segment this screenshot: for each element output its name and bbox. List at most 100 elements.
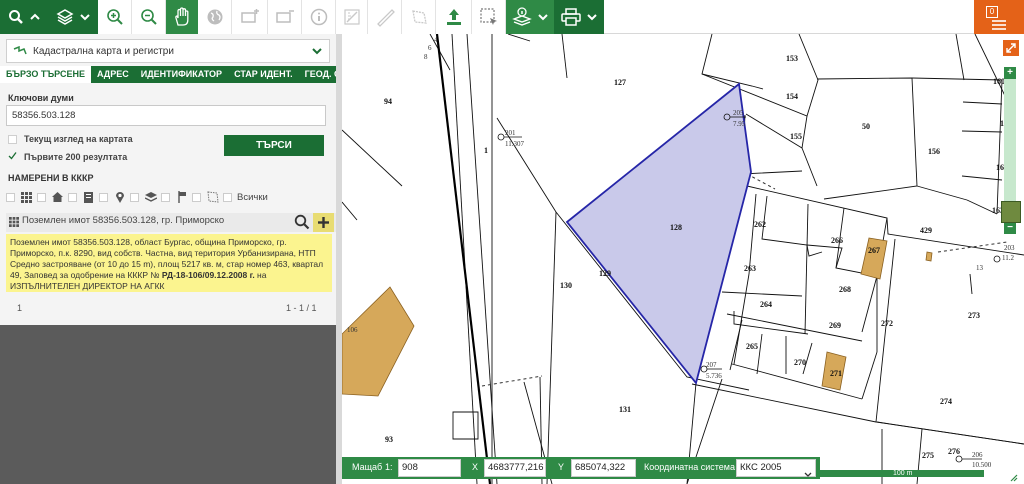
chevron-down-icon <box>80 14 90 21</box>
survey-point-label: 203 <box>1004 244 1015 252</box>
parcel-label: 272 <box>881 319 893 328</box>
keywords-input[interactable]: 58356.503.128 <box>6 105 326 126</box>
layers-icon <box>144 190 157 204</box>
zoom-out-icon <box>140 9 157 25</box>
globe-button[interactable] <box>198 0 232 34</box>
tab-quick-search[interactable]: БЪРЗО ТЪРСЕНЕ <box>0 66 91 83</box>
building <box>925 251 933 262</box>
zoom-to-result-icon[interactable] <box>294 214 310 230</box>
scale-prefix: 1: <box>385 462 393 472</box>
parcel-label: 276 <box>948 447 960 456</box>
filter-checkbox[interactable] <box>68 192 77 202</box>
parcel-label: 155 <box>790 132 802 141</box>
chevron-down-icon <box>804 472 812 477</box>
filter-checkbox[interactable] <box>99 192 108 202</box>
filter-checkbox[interactable] <box>6 192 15 202</box>
filter-checkbox[interactable] <box>161 192 170 202</box>
globe-icon <box>207 9 222 25</box>
parcel-label: 268 <box>839 285 851 294</box>
expand-icon <box>1006 43 1016 53</box>
parcel-label: 4 <box>434 36 438 44</box>
crs-label: Координатна система <box>644 462 735 472</box>
tab-old-identifier[interactable]: СТАР ИДЕНТ. <box>228 66 299 83</box>
survey-point-label: 207 <box>706 361 717 369</box>
selected-parcel[interactable] <box>565 82 752 385</box>
y-coordinate: 685074,322 <box>571 459 636 477</box>
filter-checkbox[interactable] <box>37 192 46 202</box>
search-icon <box>9 10 23 24</box>
home-icon <box>51 190 64 204</box>
tab-address[interactable]: АДРЕС <box>91 66 135 83</box>
cart-badge: 0 <box>986 6 998 18</box>
resize-icon[interactable] <box>1010 474 1018 482</box>
filter-checkbox[interactable] <box>130 192 139 202</box>
layers-icon <box>56 9 74 25</box>
search-panel: Кадастрална карта и регистри БЪРЗО ТЪРСЕ… <box>0 34 374 484</box>
zoom-in-button[interactable] <box>98 0 132 34</box>
parcel-label: 94 <box>384 97 392 106</box>
parcel-label: 106 <box>347 326 358 334</box>
zoom-out-map-button[interactable]: − <box>1004 222 1016 234</box>
measure-button[interactable] <box>336 0 368 34</box>
hand-icon <box>175 7 189 26</box>
print-button[interactable] <box>554 0 604 34</box>
chevron-up-icon <box>30 13 40 20</box>
layer-select[interactable]: Кадастрална карта и регистри <box>6 39 330 63</box>
scale-input[interactable]: 908 <box>398 459 461 477</box>
scale-bar-label: 100 m <box>893 470 913 477</box>
all-label: Всички <box>237 191 268 203</box>
parcel-label: 266 <box>831 236 843 245</box>
survey-point-value: 7.95 <box>733 120 746 128</box>
map-canvas[interactable]: 94 127 153 154 155 50 156 160 161 162 16… <box>342 34 1024 484</box>
x-coordinate: 4683777,216 <box>484 459 546 477</box>
layers-button[interactable] <box>48 0 98 34</box>
cadastre-icon <box>13 46 27 55</box>
survey-point-label: 201 <box>505 129 516 137</box>
parcel-label: 275 <box>922 451 934 460</box>
search-submit-button[interactable]: ТЪРСИ <box>224 135 324 156</box>
all-checkbox[interactable] <box>223 192 232 202</box>
select-icon <box>479 8 497 25</box>
layer-info-icon <box>512 7 532 26</box>
parcel-label: 265 <box>746 342 758 351</box>
parcel-label: 127 <box>614 78 626 87</box>
result-title: Поземлен имот 58356.503.128, гр. Приморс… <box>22 215 225 226</box>
plus-icon <box>318 217 329 228</box>
upload-button[interactable] <box>436 0 472 34</box>
found-label: НАМЕРЕНИ В КККР <box>8 173 94 183</box>
select-button[interactable] <box>472 0 506 34</box>
search-button[interactable] <box>0 0 48 34</box>
filter-checkbox[interactable] <box>192 192 201 202</box>
building <box>342 286 415 397</box>
parcel-label: 93 <box>385 435 393 444</box>
tab-identifier[interactable]: ИДЕНТИФИКАТОР <box>135 66 228 83</box>
parcel-label: 262 <box>754 220 766 229</box>
zoom-out-button[interactable] <box>132 0 166 34</box>
cart-button[interactable]: 0 <box>974 0 1024 34</box>
current-view-label: Текущ изглед на картата <box>24 134 133 144</box>
pager-current[interactable]: 1 <box>17 303 22 313</box>
zoom-slider-handle[interactable] <box>1001 201 1021 223</box>
area-measure-button[interactable] <box>402 0 436 34</box>
info-button[interactable] <box>302 0 336 34</box>
first200-label: Първите 200 резултата <box>24 152 128 162</box>
add-result-button[interactable] <box>313 213 334 232</box>
parcel-label: 50 <box>862 122 870 131</box>
add-rect-icon <box>240 9 259 23</box>
grid-icon <box>20 190 33 204</box>
add-area-button[interactable] <box>232 0 268 34</box>
first200-checkbox[interactable] <box>8 151 17 160</box>
remove-area-button[interactable] <box>268 0 302 34</box>
survey-point-value: 10.500 <box>972 461 992 469</box>
pager-range: 1 - 1 / 1 <box>286 303 317 313</box>
zoom-in-map-button[interactable]: + <box>1004 67 1016 79</box>
ruler-button[interactable] <box>368 0 402 34</box>
survey-point-value: 11.307 <box>505 140 524 148</box>
fullscreen-button[interactable] <box>1003 40 1019 56</box>
layer-info-button[interactable] <box>506 0 554 34</box>
pan-button[interactable] <box>166 0 198 34</box>
result-row[interactable]: Поземлен имот 58356.503.128, гр. Приморс… <box>6 213 336 232</box>
current-view-checkbox[interactable] <box>8 135 17 144</box>
chevron-down-icon <box>312 48 322 55</box>
print-icon <box>561 8 581 26</box>
